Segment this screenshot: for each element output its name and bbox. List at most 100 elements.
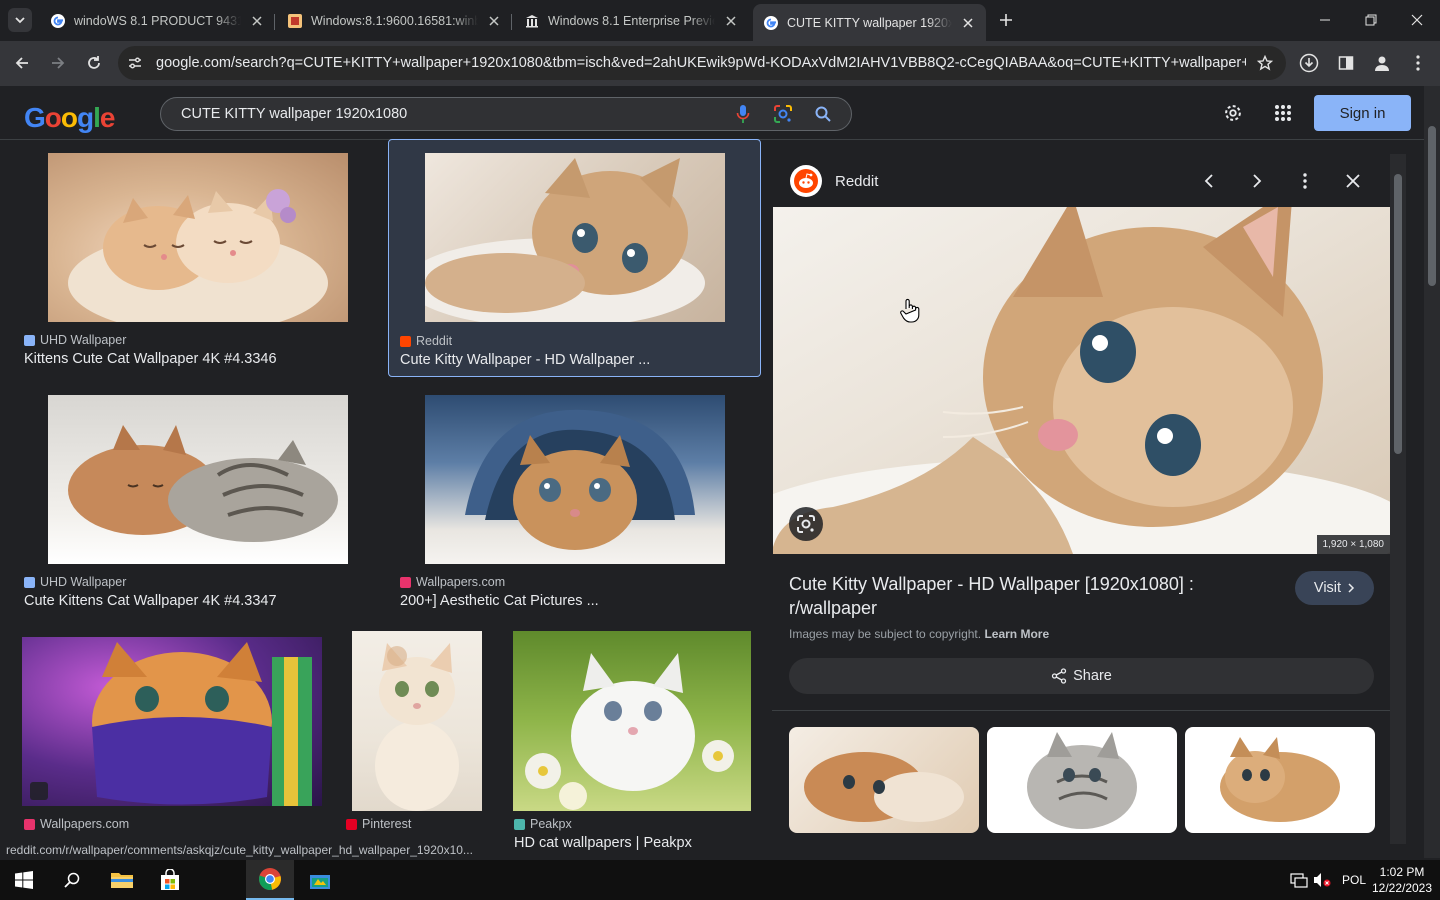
search-box[interactable]: [160, 97, 852, 131]
visit-button[interactable]: Visit: [1295, 571, 1374, 605]
bookmark-star-icon[interactable]: [1254, 52, 1276, 74]
settings-gear-icon[interactable]: [1220, 100, 1246, 126]
share-label: Share: [1073, 668, 1112, 684]
result-title[interactable]: Kittens Cute Cat Wallpaper 4K #4.3346: [24, 351, 277, 367]
result-title[interactable]: 200+] Aesthetic Cat Pictures ...: [400, 593, 599, 609]
reload-button[interactable]: [82, 51, 106, 75]
result-source[interactable]: UHD Wallpaper: [24, 333, 126, 347]
sign-in-button[interactable]: Sign in: [1314, 95, 1411, 131]
chrome-menu-button[interactable]: [1406, 51, 1430, 75]
close-tab-icon[interactable]: [486, 13, 502, 29]
result-title[interactable]: Cute Kitty Wallpaper - HD Wallpaper ...: [400, 352, 650, 368]
panel-header: Reddit: [772, 154, 1390, 208]
tab-windows-enterprise[interactable]: Windows 8.1 Enterprise Preview: [514, 6, 749, 36]
archive-icon: [526, 15, 538, 28]
store-button[interactable]: [146, 860, 194, 900]
more-vertical-icon: [1303, 173, 1307, 189]
image-result[interactable]: UHD Wallpaper Kittens Cute Cat Wallpaper…: [20, 146, 374, 372]
tab-windows-build[interactable]: Windows:8.1:9600.16581:winbl: [277, 6, 512, 36]
new-tab-button[interactable]: [995, 9, 1017, 31]
tab-title: CUTE KITTY wallpaper 1920x10: [787, 15, 952, 30]
result-thumbnail[interactable]: [48, 395, 348, 564]
close-window-button[interactable]: [1405, 8, 1429, 32]
result-source[interactable]: Wallpapers.com: [400, 575, 505, 589]
related-image[interactable]: [1185, 727, 1375, 833]
related-image[interactable]: [789, 727, 979, 833]
search-taskbar-button[interactable]: [48, 860, 96, 900]
apps-grid-icon[interactable]: [1270, 100, 1296, 126]
lens-search-icon[interactable]: [789, 507, 823, 541]
restore-button[interactable]: [1359, 8, 1383, 32]
address-bar[interactable]: google.com/search?q=CUTE+KITTY+wallpaper…: [118, 46, 1286, 80]
reddit-logo-icon[interactable]: [790, 165, 822, 197]
search-input[interactable]: [161, 106, 731, 122]
result-thumbnail[interactable]: [425, 153, 725, 322]
clock[interactable]: 1:02 PM 12/22/2023: [1366, 864, 1438, 896]
google-icon: [764, 15, 778, 30]
result-thumbnail[interactable]: [48, 153, 348, 322]
image-result[interactable]: UHD Wallpaper Cute Kittens Cat Wallpaper…: [20, 388, 374, 614]
close-tab-icon[interactable]: [249, 13, 265, 29]
share-icon: [1051, 668, 1067, 684]
result-thumbnail[interactable]: [22, 637, 322, 806]
image-result-selected[interactable]: Reddit Cute Kitty Wallpaper - HD Wallpap…: [388, 139, 761, 377]
result-thumbnail[interactable]: [513, 631, 751, 811]
tab-search-button[interactable]: [8, 8, 32, 32]
result-title[interactable]: Cute Kittens Cat Wallpaper 4K #4.3347: [24, 593, 277, 609]
share-button[interactable]: Share: [789, 658, 1374, 694]
network-icon[interactable]: [1290, 872, 1308, 888]
more-options-button[interactable]: [1293, 169, 1317, 193]
result-thumbnail[interactable]: [425, 395, 725, 564]
minimize-button[interactable]: [1313, 8, 1337, 32]
back-button[interactable]: [10, 51, 34, 75]
learn-more-link[interactable]: Learn More: [984, 627, 1049, 641]
image-result[interactable]: Pinterest: [346, 630, 490, 844]
page-scrollbar[interactable]: [1424, 86, 1440, 858]
close-tab-icon[interactable]: [960, 15, 976, 31]
tab-title: windoWS 8.1 PRODUCT 9431 -: [74, 14, 241, 28]
related-image[interactable]: [987, 727, 1177, 833]
result-thumbnail[interactable]: [352, 631, 482, 811]
google-lens-icon[interactable]: [771, 102, 795, 126]
chrome-taskbar-button[interactable]: [246, 860, 294, 900]
volume-muted-icon[interactable]: [1313, 872, 1331, 888]
site-favicon-icon: [24, 576, 35, 588]
site-info-icon[interactable]: [124, 52, 146, 74]
input-language[interactable]: POL: [1342, 873, 1366, 887]
downloads-button[interactable]: [1297, 51, 1321, 75]
result-source[interactable]: UHD Wallpaper: [24, 575, 126, 589]
browser-toolbar: google.com/search?q=CUTE+KITTY+wallpaper…: [0, 41, 1440, 86]
result-source[interactable]: Pinterest: [346, 817, 411, 831]
google-icon: [51, 14, 65, 28]
close-tab-icon[interactable]: [723, 13, 739, 29]
result-source[interactable]: Wallpapers.com: [24, 817, 129, 831]
file-explorer-button[interactable]: [98, 860, 146, 900]
preview-title[interactable]: Cute Kitty Wallpaper - HD Wallpaper [192…: [789, 572, 1269, 620]
profile-button[interactable]: [1370, 51, 1394, 75]
search-icon[interactable]: [811, 102, 835, 126]
result-title[interactable]: HD cat wallpapers | Peakpx: [514, 835, 692, 851]
app-taskbar-button[interactable]: [296, 860, 344, 900]
google-logo[interactable]: Google: [24, 102, 115, 134]
microphone-icon[interactable]: [731, 102, 755, 126]
next-image-button[interactable]: [1245, 169, 1269, 193]
panel-source-name[interactable]: Reddit: [835, 173, 878, 190]
image-result[interactable]: Wallpapers.com: [20, 630, 324, 844]
image-result[interactable]: Wallpapers.com 200+] Aesthetic Cat Pictu…: [396, 388, 754, 614]
start-button[interactable]: [0, 860, 48, 900]
hand-cursor-icon: [900, 298, 920, 323]
side-panel-button[interactable]: [1334, 51, 1358, 75]
result-source[interactable]: Reddit: [400, 334, 452, 348]
result-source[interactable]: Peakpx: [514, 817, 572, 831]
close-panel-button[interactable]: [1341, 169, 1365, 193]
panel-scrollbar[interactable]: [1390, 154, 1406, 844]
tab-cute-kitty[interactable]: CUTE KITTY wallpaper 1920x10: [753, 4, 986, 41]
forward-button[interactable]: [46, 51, 70, 75]
tab-windows-product[interactable]: windoWS 8.1 PRODUCT 9431 -: [40, 6, 275, 36]
copyright-text: Images may be subject to copyright.: [789, 627, 982, 641]
source-name: Peakpx: [530, 817, 572, 831]
preview-image[interactable]: 1,920 × 1,080: [773, 207, 1390, 554]
profile-icon: [1375, 56, 1389, 71]
previous-image-button[interactable]: [1197, 169, 1221, 193]
image-result[interactable]: Peakpx HD cat wallpapers | Peakpx: [512, 630, 754, 851]
